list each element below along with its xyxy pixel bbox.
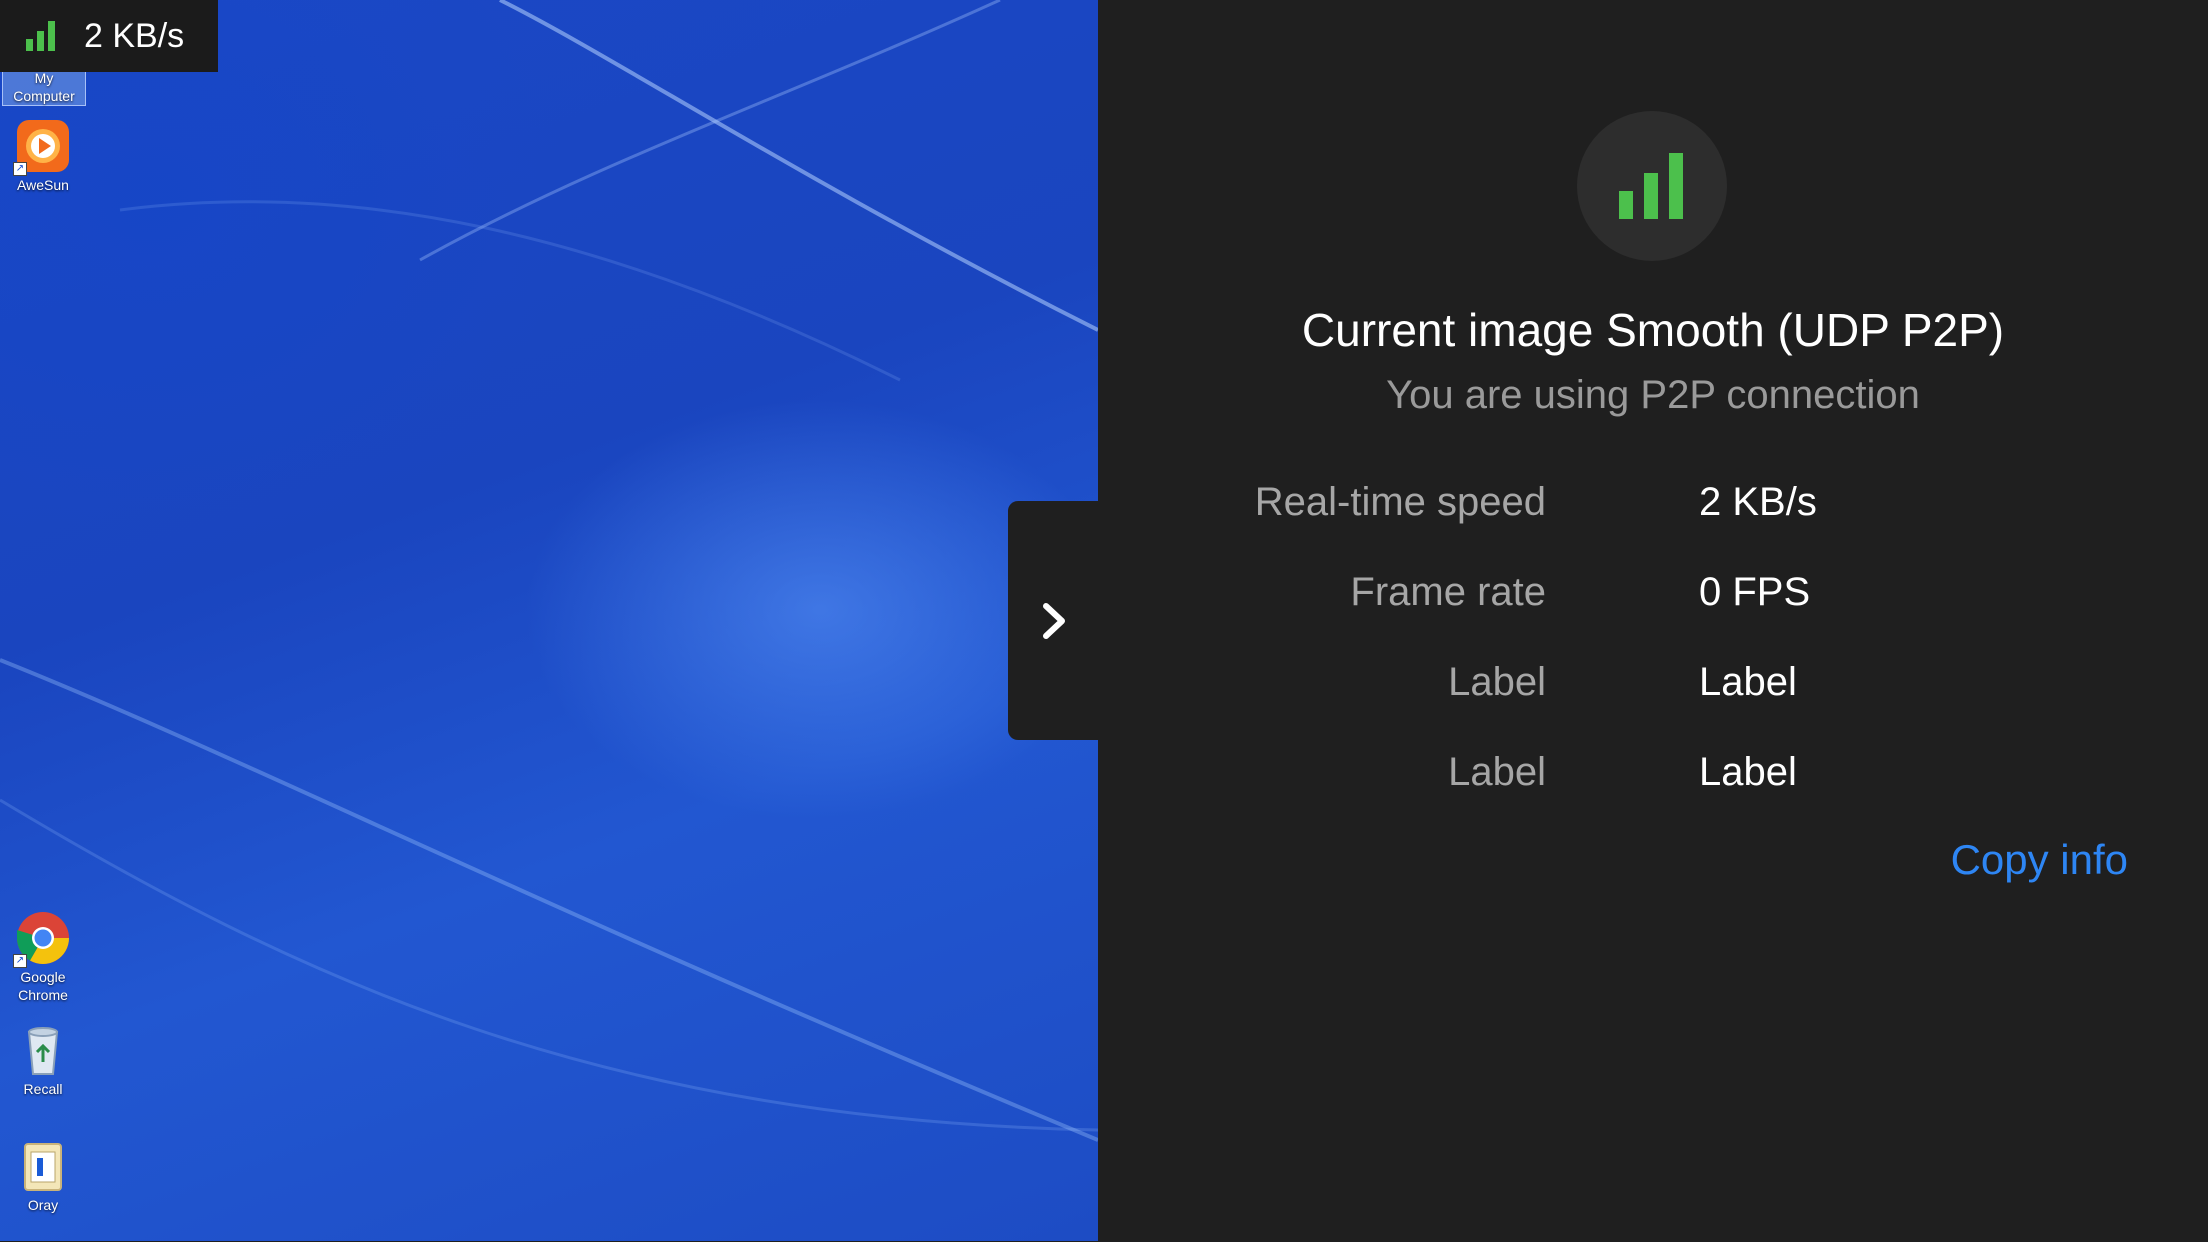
desktop-icon-recall[interactable]: Recall	[0, 1022, 86, 1098]
connection-speed-indicator[interactable]: 2 KB/s	[0, 0, 218, 72]
desktop-icon-awesun[interactable]: ↗ AweSun	[0, 118, 86, 194]
info-row-realtime-speed: Real-time speed 2 KB/s	[1098, 474, 2208, 530]
status-icon-badge	[1577, 111, 1727, 261]
connection-info-panel: Current image Smooth (UDP P2P) You are u…	[1098, 0, 2208, 1242]
info-label: Real-time speed	[1254, 480, 1546, 524]
remote-desktop-view[interactable]: My Computer ↗ AweSun ↗ Google Chrome Rec…	[0, 0, 1098, 1241]
info-label: Label	[1448, 750, 1546, 794]
chrome-icon: ↗	[13, 910, 71, 968]
oray-folder-icon	[15, 1138, 71, 1194]
signal-bars-icon	[1619, 153, 1683, 219]
connection-quality-title: Current image Smooth (UDP P2P)	[1301, 304, 2005, 356]
info-value: Label	[1699, 660, 1797, 704]
copy-info-link[interactable]: Copy info	[1951, 832, 2128, 888]
desktop-icon-label: Google Chrome	[18, 969, 68, 1003]
info-value: Label	[1699, 750, 1797, 794]
desktop-icon-google-chrome[interactable]: ↗ Google Chrome	[0, 910, 86, 1004]
info-row-label-1: Label Label	[1098, 654, 2208, 710]
desktop-icon-label: AweSun	[17, 177, 69, 193]
desktop-icon-label: My Computer	[13, 70, 75, 104]
connection-type-subtitle: You are using P2P connection	[1386, 373, 1920, 417]
desktop-icon-label: Recall	[23, 1081, 63, 1097]
info-label: Frame rate	[1350, 570, 1546, 614]
chevron-right-icon	[1043, 602, 1065, 639]
recycle-bin-icon	[15, 1022, 71, 1078]
info-row-frame-rate: Frame rate 0 FPS	[1098, 564, 2208, 620]
signal-bars-icon	[26, 21, 55, 51]
desktop-icon-oray[interactable]: Oray	[0, 1138, 86, 1214]
wallpaper-waves	[0, 0, 1098, 1142]
speed-value: 2 KB/s	[84, 16, 185, 55]
collapse-panel-button[interactable]	[1008, 501, 1100, 740]
info-row-label-2: Label Label	[1098, 744, 2208, 800]
desktop-icon-label: Oray	[27, 1197, 59, 1213]
info-value: 2 KB/s	[1699, 480, 1817, 524]
info-value: 0 FPS	[1699, 570, 1811, 614]
info-label: Label	[1448, 660, 1546, 704]
awesun-icon: ↗	[13, 118, 71, 176]
